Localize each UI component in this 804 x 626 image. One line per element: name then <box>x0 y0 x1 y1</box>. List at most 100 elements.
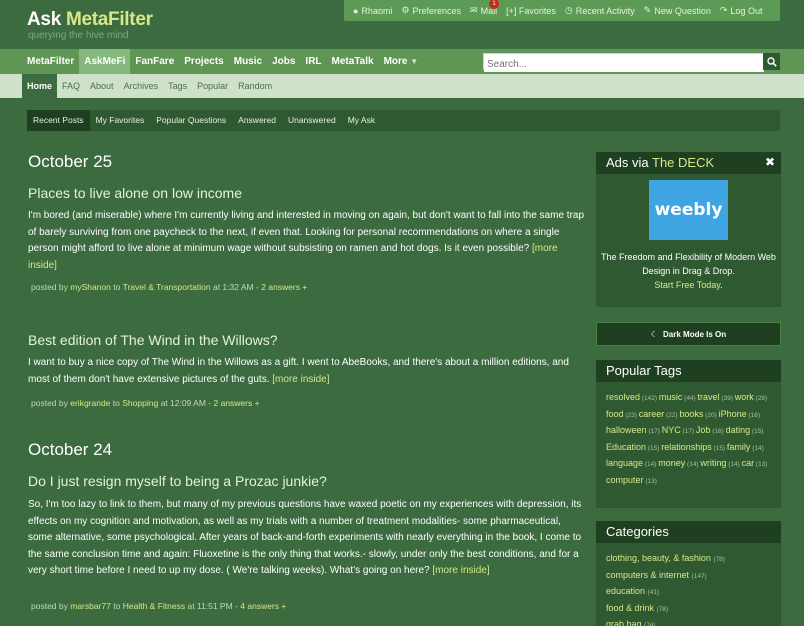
tag-link[interactable]: money <box>658 458 685 468</box>
ad-cta-link[interactable]: Start Free Today <box>654 280 720 290</box>
site-logo[interactable]: Ask MetaFilter <box>27 9 153 31</box>
tab-music[interactable]: Music <box>229 49 267 74</box>
tag-count: (142) <box>640 395 659 402</box>
tag-link[interactable]: computer <box>606 475 644 485</box>
search-input[interactable] <box>484 57 764 72</box>
usernav-item-logout[interactable]: ↷ Log Out <box>720 5 763 16</box>
search-button[interactable] <box>763 53 780 70</box>
category-item[interactable]: clothing, beauty, & fashion (78) <box>606 551 771 568</box>
usernav-item-recent-activity[interactable]: ◷ Recent Activity <box>565 5 635 16</box>
tab-my-favorites[interactable]: My Favorites <box>90 110 151 131</box>
tag-link[interactable]: car <box>742 458 755 468</box>
tag-count: (14) <box>750 444 764 452</box>
answers-link[interactable]: 2 answers + <box>261 282 307 292</box>
tag-link[interactable]: books <box>679 409 703 419</box>
tab-more[interactable]: More ▼ <box>379 49 424 74</box>
tag-link[interactable]: dating <box>726 425 751 435</box>
tag-count: (17) <box>680 428 696 435</box>
tag-count: (44) <box>682 395 698 402</box>
post-meta: posted by marsbar77 to Health & Fitness … <box>31 601 286 611</box>
tab-my-ask[interactable]: My Ask <box>342 110 381 131</box>
post-title-link[interactable]: Best edition of The Wind in the Willows? <box>28 332 278 348</box>
more-inside-link[interactable]: [more inside] <box>432 565 489 576</box>
post-body: I'm bored (and miserable) where I'm curr… <box>28 208 584 274</box>
close-icon[interactable]: ✖ <box>765 155 775 169</box>
tab-irl[interactable]: IRL <box>300 49 326 74</box>
tag-count: (17) <box>646 428 662 435</box>
site-header: Ask MetaFilter querying the hive mind ● … <box>0 0 804 47</box>
tag-count: (14) <box>643 461 659 468</box>
tag-link[interactable]: Job <box>696 425 711 435</box>
subnav-random[interactable]: Random <box>233 74 277 98</box>
ad-text: The Freedom and Flexibility of Modern We… <box>596 250 781 292</box>
tag-link[interactable]: Education <box>606 442 646 452</box>
tab-projects[interactable]: Projects <box>179 49 228 74</box>
tag-link[interactable]: music <box>659 392 683 402</box>
usernav-item-new-question[interactable]: ✎ New Question <box>644 5 711 16</box>
tag-link[interactable]: relationships <box>661 442 712 452</box>
tag-link[interactable]: iPhone <box>719 409 747 419</box>
usernav-item-profile[interactable]: ● Rhaomi <box>353 6 392 16</box>
category-count: (78) <box>656 605 669 613</box>
user-link[interactable]: marsbar77 <box>70 601 111 611</box>
answers-link[interactable]: 2 answers + <box>214 398 260 408</box>
tag-link[interactable]: halloween <box>606 425 647 435</box>
tab-metatalk[interactable]: MetaTalk <box>327 49 379 74</box>
tab-popular-questions[interactable]: Popular Questions <box>150 110 232 131</box>
post-title-link[interactable]: Do I just resign myself to being a Proza… <box>28 473 327 489</box>
category-item[interactable]: computers & internet (147) <box>606 568 771 585</box>
post-body: I want to buy a nice copy of The Wind in… <box>28 355 584 388</box>
tag-link[interactable]: resolved <box>606 392 640 402</box>
category-link[interactable]: Health & Fitness <box>123 601 185 611</box>
user-link[interactable]: erikgrande <box>70 398 110 408</box>
tag-link[interactable]: NYC <box>662 425 681 435</box>
categories-title: Categories <box>596 521 781 543</box>
tag-link[interactable]: writing <box>700 458 726 468</box>
tab-fanfare[interactable]: FanFare <box>130 49 179 74</box>
post-meta: posted by erikgrande to Shopping at 12:0… <box>31 398 260 408</box>
logout-icon: ↷ <box>719 5 728 15</box>
tag-link[interactable]: family <box>727 442 751 452</box>
post-body-text: So, I'm too lazy to link to them, but ma… <box>28 499 582 576</box>
tab-recent-posts[interactable]: Recent Posts <box>27 110 90 131</box>
user-link[interactable]: myShanon <box>70 282 111 292</box>
dark-mode-toggle[interactable]: ☾ Dark Mode Is On <box>596 322 781 346</box>
tab-jobs[interactable]: Jobs <box>267 49 300 74</box>
category-item[interactable]: food & drink (78) <box>606 601 771 618</box>
subnav-about[interactable]: About <box>85 74 119 98</box>
more-inside-link[interactable]: [more inside] <box>272 374 329 385</box>
category-link[interactable]: Shopping <box>122 398 158 408</box>
tag-link[interactable]: food <box>606 409 624 419</box>
tab-unanswered[interactable]: Unanswered <box>282 110 342 131</box>
tag-link[interactable]: work <box>735 392 754 402</box>
post-title-link[interactable]: Places to live alone on low income <box>28 185 242 201</box>
to-label: to <box>113 601 121 611</box>
tag-count: (13) <box>643 477 657 485</box>
usernav-item-mail[interactable]: ✉ Mail 1 <box>470 0 500 16</box>
tab-askmefi[interactable]: AskMeFi <box>79 49 131 74</box>
posted-by-label: posted by <box>31 398 68 408</box>
answers-link[interactable]: 4 answers + <box>240 601 286 611</box>
subnav-faq[interactable]: FAQ <box>57 74 85 98</box>
weebly-logo[interactable]: weebly <box>649 180 728 240</box>
post-body-text: I'm bored (and miserable) where I'm curr… <box>28 210 585 254</box>
category-item[interactable]: education (41) <box>606 584 771 601</box>
usernav-item-favorites[interactable]: [+] Favorites <box>506 6 556 16</box>
tab-answered[interactable]: Answered <box>232 110 282 131</box>
tag-count: (14) <box>726 461 742 468</box>
category-link[interactable]: Travel & Transportation <box>123 282 211 292</box>
posted-by-label: posted by <box>31 601 68 611</box>
subnav-tags[interactable]: Tags <box>163 74 192 98</box>
subnav-archives[interactable]: Archives <box>119 74 164 98</box>
deck-link[interactable]: The DECK <box>652 155 714 170</box>
usernav-item-preferences[interactable]: ⚙ Preferences <box>401 5 461 16</box>
subnav-home[interactable]: Home <box>22 74 58 98</box>
tab-metafilter[interactable]: MetaFilter <box>22 49 79 74</box>
tag-link[interactable]: language <box>606 458 643 468</box>
tag-link[interactable]: travel <box>698 392 720 402</box>
tag-count: (16) <box>710 428 726 435</box>
usernav-label: Log Out <box>730 5 763 16</box>
tag-link[interactable]: career <box>639 409 665 419</box>
category-item[interactable]: grab bag (74) <box>606 617 771 626</box>
subnav-popular[interactable]: Popular <box>192 74 233 98</box>
